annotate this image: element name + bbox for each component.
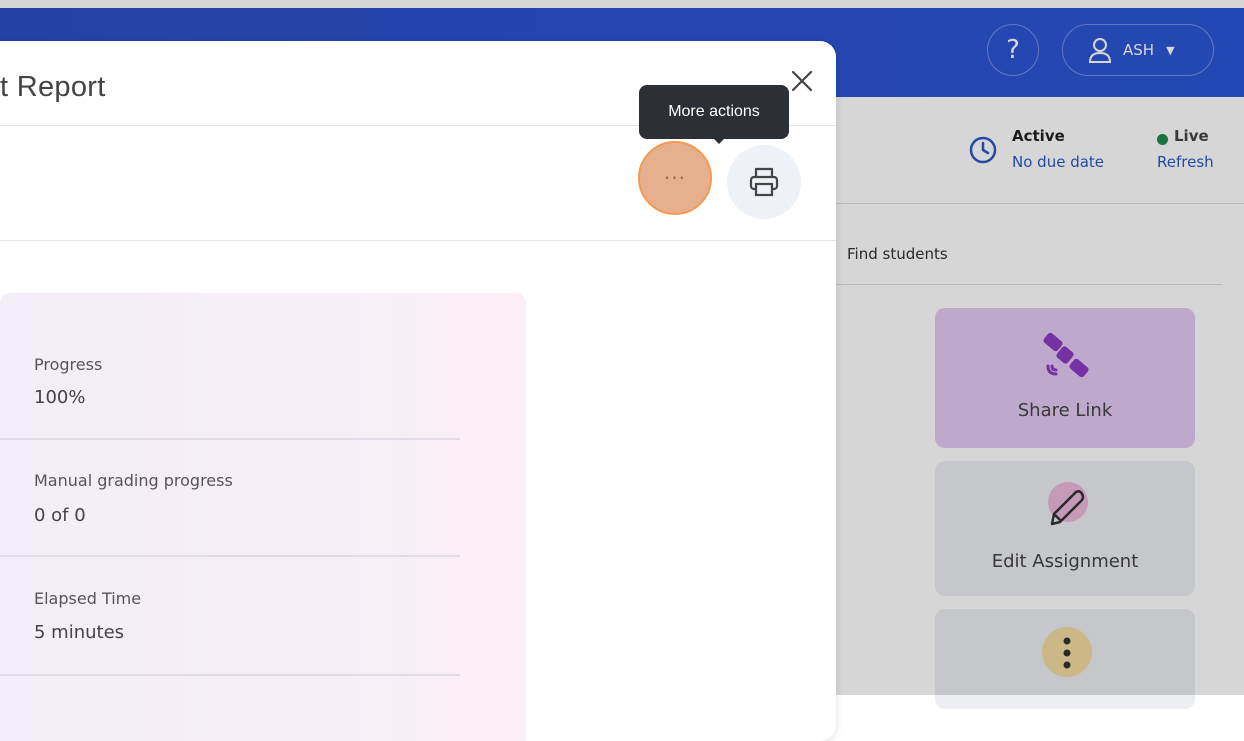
divider xyxy=(0,555,460,557)
modal-title: t Report xyxy=(0,71,106,103)
more-actions-button[interactable]: ··· xyxy=(638,141,712,215)
manual-grading-label: Manual grading progress xyxy=(34,471,233,490)
printer-icon xyxy=(749,167,779,197)
close-icon[interactable] xyxy=(786,65,818,97)
stats-card: Progress 100% Manual grading progress 0 … xyxy=(0,293,526,741)
divider xyxy=(0,674,460,676)
more-horizontal-icon: ··· xyxy=(663,166,687,190)
elapsed-time-label: Elapsed Time xyxy=(34,589,142,608)
more-actions-tooltip: More actions xyxy=(639,85,789,139)
elapsed-time-value: 5 minutes xyxy=(34,622,125,643)
tooltip-arrow xyxy=(712,137,726,144)
report-modal: t Report ··· More actions Progress 100% … xyxy=(0,41,836,741)
progress-label: Progress xyxy=(34,355,103,374)
divider xyxy=(0,240,836,241)
progress-value: 100% xyxy=(34,387,86,408)
divider xyxy=(0,438,460,440)
print-button[interactable] xyxy=(727,145,801,219)
manual-grading-value: 0 of 0 xyxy=(34,505,86,526)
